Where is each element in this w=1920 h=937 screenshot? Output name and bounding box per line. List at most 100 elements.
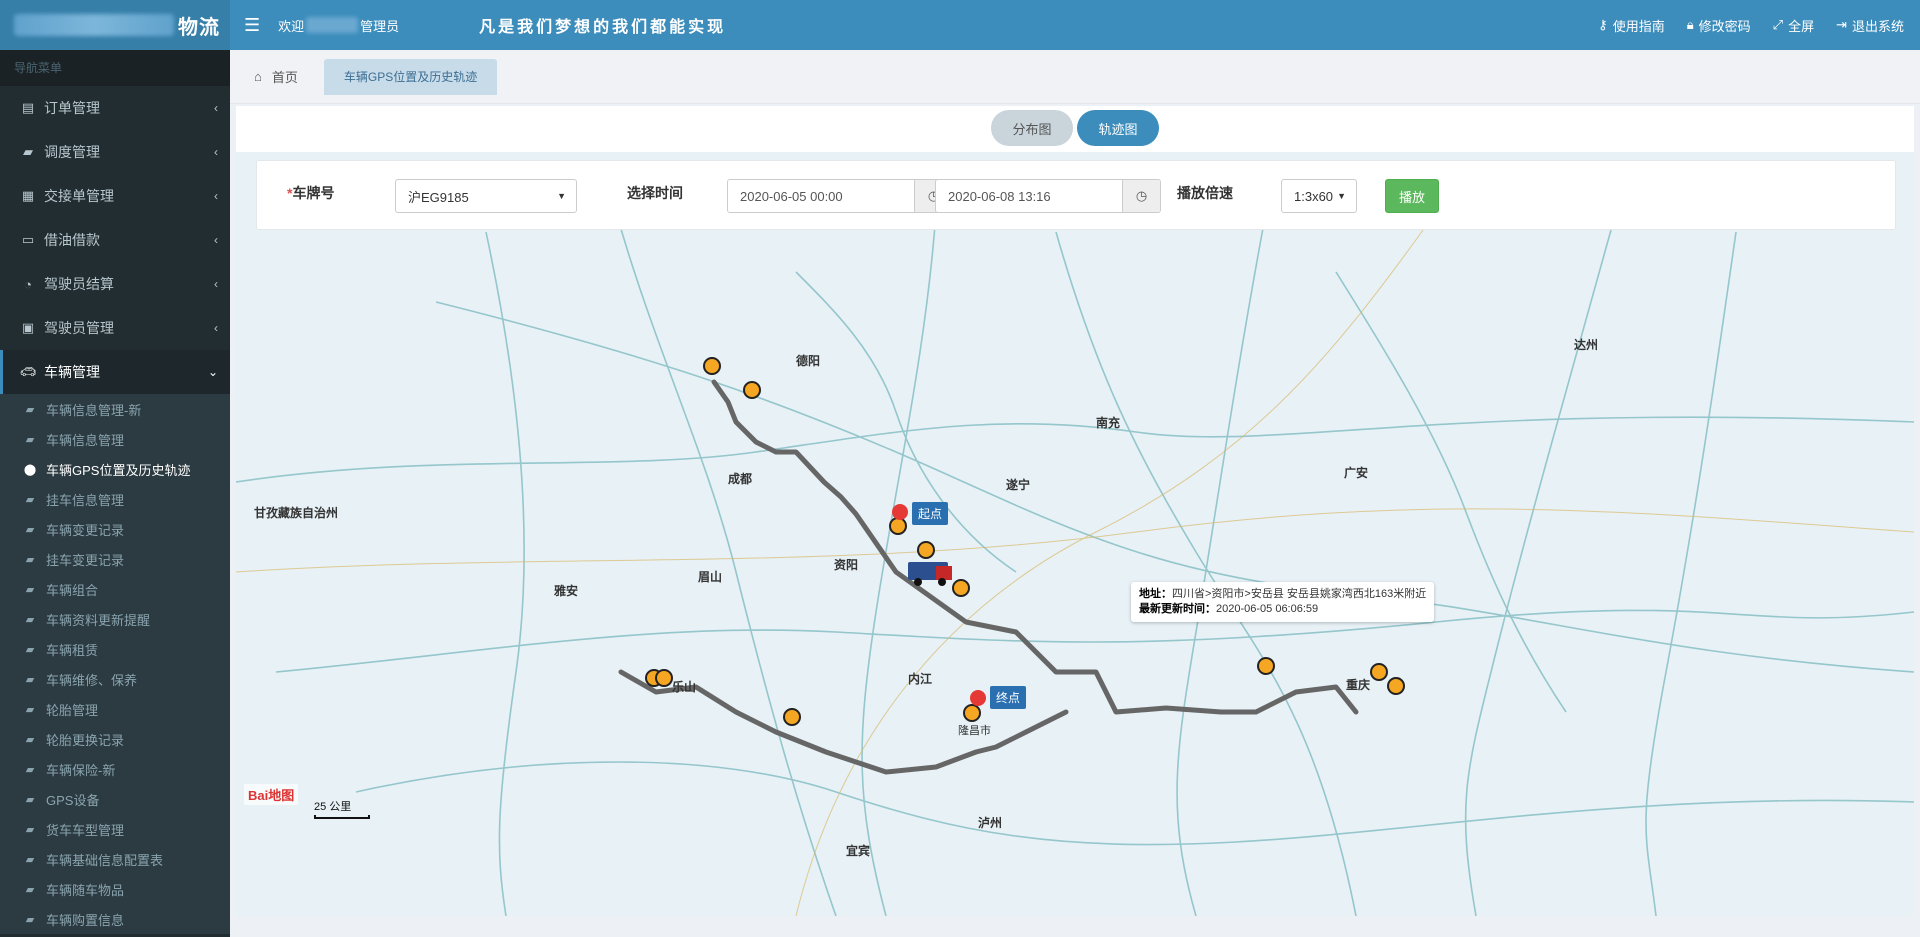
home-tab[interactable]: ⌂ 首页: [254, 67, 298, 86]
sidebar-item-driver-management[interactable]: ▣ 驾驶员管理 ‹: [0, 306, 230, 350]
sidebar-subitem-label: 车辆变更记录: [46, 522, 125, 538]
sidebar-subitem[interactable]: ▰ 车辆信息管理: [0, 424, 230, 454]
user-guide-label: 使用指南: [1612, 18, 1665, 34]
welcome-text: 欢迎 管理员: [278, 16, 399, 35]
truck-icon: ▰: [25, 523, 35, 536]
sidebar-subitem[interactable]: ▰ 车辆基础信息配置表: [0, 844, 230, 874]
sidebar-item-vehicle-management[interactable]: 🚗︎ 车辆管理 ⌄: [0, 350, 230, 394]
sidebar-subitem-label: 挂车信息管理: [46, 492, 125, 508]
chevron-left-icon: ‹: [214, 101, 218, 115]
form-icon: ▦: [21, 188, 35, 203]
home-icon: ⌂: [254, 69, 262, 84]
play-button[interactable]: 播放: [1385, 179, 1439, 213]
map-place-label: 甘孜藏族自治州: [254, 506, 339, 520]
truck-icon: ▰: [25, 853, 35, 866]
plate-select-value: 沪EG9185: [408, 189, 469, 205]
sidebar-subitem[interactable]: ▰ 车辆购置信息: [0, 904, 230, 934]
fullscreen-button[interactable]: ⤢ 全屏: [1773, 16, 1814, 35]
sidebar-subitem[interactable]: ▰ 车辆信息管理-新: [0, 394, 230, 424]
sidebar-subitem-label: 车辆信息管理-新: [46, 402, 142, 418]
map-canvas[interactable]: 甘孜藏族自治州 成都 德阳 资阳 眉山 雅安 乐山 内江 遂宁 南充 重庆 达州…: [236, 152, 1914, 916]
sidebar-item-label: 驾驶员结算: [44, 276, 114, 292]
sidebar-subitem-label: 车辆购置信息: [46, 912, 125, 928]
sidebar-subitem-label: 车辆组合: [46, 582, 99, 598]
sidebar-subitem[interactable]: ▰ 轮胎更换记录: [0, 724, 230, 754]
welcome-suffix: 管理员: [360, 18, 400, 34]
sidebar-item-dispatch[interactable]: ▰ 调度管理 ‹: [0, 130, 230, 174]
sidebar-subitem-label: 货车车型管理: [46, 822, 125, 838]
sidebar-subitem[interactable]: ▰ 车辆资料更新提醒: [0, 604, 230, 634]
sidebar-subitem[interactable]: ▰ 轮胎管理: [0, 694, 230, 724]
filter-panel: *车牌号 沪EG9185 ▼ 选择时间 ◷ ◷ 播放倍速 1:3x60 ▼: [256, 160, 1896, 230]
home-tab-label: 首页: [271, 70, 298, 85]
sidebar-subitem[interactable]: ▰ 挂车变更记录: [0, 544, 230, 574]
sidebar-subitem[interactable]: ⬤ 车辆GPS位置及历史轨迹: [0, 454, 230, 484]
sidebar-item-label: 交接单管理: [44, 188, 114, 204]
page-tabs-bar: ⌂ 首页 车辆GPS位置及历史轨迹: [230, 50, 1920, 104]
sidebar-subitem[interactable]: ▰ 车辆随车物品: [0, 874, 230, 904]
change-password-button[interactable]: 🔒︎ 修改密码: [1687, 16, 1751, 35]
sidebar-item-label: 车辆管理: [44, 364, 100, 380]
end-time-picker[interactable]: ◷: [935, 179, 1161, 213]
speed-select[interactable]: 1:3x60 ▼: [1281, 179, 1357, 213]
truck-icon: ▰: [25, 673, 35, 686]
sidebar-item-label: 调度管理: [44, 144, 100, 160]
sidebar-subitem-label: 车辆租赁: [46, 642, 99, 658]
map-marker-icon: ⬤: [23, 463, 37, 476]
map-place-label: 南充: [1096, 416, 1121, 430]
sidebar-subitem-label: 车辆随车物品: [46, 882, 125, 898]
time-label: 选择时间: [627, 185, 683, 201]
start-pin: [892, 504, 908, 520]
tab-vehicle-gps[interactable]: 车辆GPS位置及历史轨迹: [323, 58, 498, 95]
logout-button[interactable]: ⇥ 退出系统: [1836, 16, 1904, 35]
sidebar-item-orders[interactable]: ▤ 订单管理 ‹: [0, 86, 230, 130]
sidebar-subitem[interactable]: ▰ 车辆维修、保养: [0, 664, 230, 694]
logout-label: 退出系统: [1851, 18, 1904, 34]
map-scale: 25 公里: [314, 798, 370, 819]
map-place-label: 达州: [1574, 338, 1599, 352]
sidebar-subitem[interactable]: ▰ 挂车信息管理: [0, 484, 230, 514]
sidebar-subitem[interactable]: ▰ 货车车型管理: [0, 814, 230, 844]
speed-label: 播放倍速: [1177, 185, 1233, 201]
map-place-label: 重庆: [1346, 678, 1371, 692]
plate-label: *车牌号: [287, 183, 334, 203]
book-icon: ▤: [21, 100, 35, 115]
sidebar-item-driver-settlement[interactable]: ◔ 驾驶员结算 ‹: [0, 262, 230, 306]
map-place-label: 乐山: [672, 680, 697, 694]
sidebar-item-label: 驾驶员管理: [44, 320, 114, 336]
truck-icon: ▰: [25, 403, 35, 416]
sidebar-item-fuel-loan[interactable]: ▭ 借油借款 ‹: [0, 218, 230, 262]
logout-icon: ⇥: [1836, 17, 1847, 32]
sidebar-subitem-label: 挂车变更记录: [46, 552, 125, 568]
sidebar-subitem[interactable]: ▰ 车辆变更记录: [0, 514, 230, 544]
start-time-input[interactable]: [728, 180, 914, 212]
clock-icon[interactable]: ◷: [1122, 180, 1160, 212]
menu-toggle-icon[interactable]: ☰: [244, 15, 260, 36]
map-place-label: 内江: [908, 672, 933, 686]
truck-icon: ▰: [25, 733, 35, 746]
end-time-input[interactable]: [936, 180, 1122, 212]
sidebar-subitem[interactable]: ▰ 车辆组合: [0, 574, 230, 604]
distribution-view-button[interactable]: 分布图: [991, 110, 1073, 146]
key-icon: ⚷: [1598, 17, 1608, 32]
track-view-button[interactable]: 轨迹图: [1077, 110, 1159, 146]
sidebar-item-handover[interactable]: ▦ 交接单管理 ‹: [0, 174, 230, 218]
brand-logo[interactable]: 物流: [0, 0, 230, 50]
start-time-picker[interactable]: ◷: [727, 179, 953, 213]
sidebar-subitem-label: 车辆保险-新: [46, 762, 116, 778]
brand-suffix: 物流: [178, 16, 220, 39]
truck-icon: ▰: [25, 493, 35, 506]
truck-marker-icon[interactable]: [908, 562, 952, 586]
brand-name-redacted: [14, 14, 174, 36]
update-time-label: 最新更新时间：: [1139, 603, 1216, 615]
user-guide-button[interactable]: ⚷ 使用指南: [1598, 16, 1665, 35]
sidebar-subitem[interactable]: ▰ GPS设备: [0, 784, 230, 814]
baidu-map-logo: Bai地图: [244, 784, 299, 805]
expand-icon: ⤢: [1772, 17, 1784, 32]
chevron-left-icon: ‹: [214, 145, 218, 159]
truck-icon: ▰: [25, 793, 35, 806]
caret-down-icon: ▼: [557, 191, 566, 201]
plate-select[interactable]: 沪EG9185 ▼: [395, 179, 577, 213]
sidebar-subitem[interactable]: ▰ 车辆租赁: [0, 634, 230, 664]
sidebar-subitem[interactable]: ▰ 车辆保险-新: [0, 754, 230, 784]
